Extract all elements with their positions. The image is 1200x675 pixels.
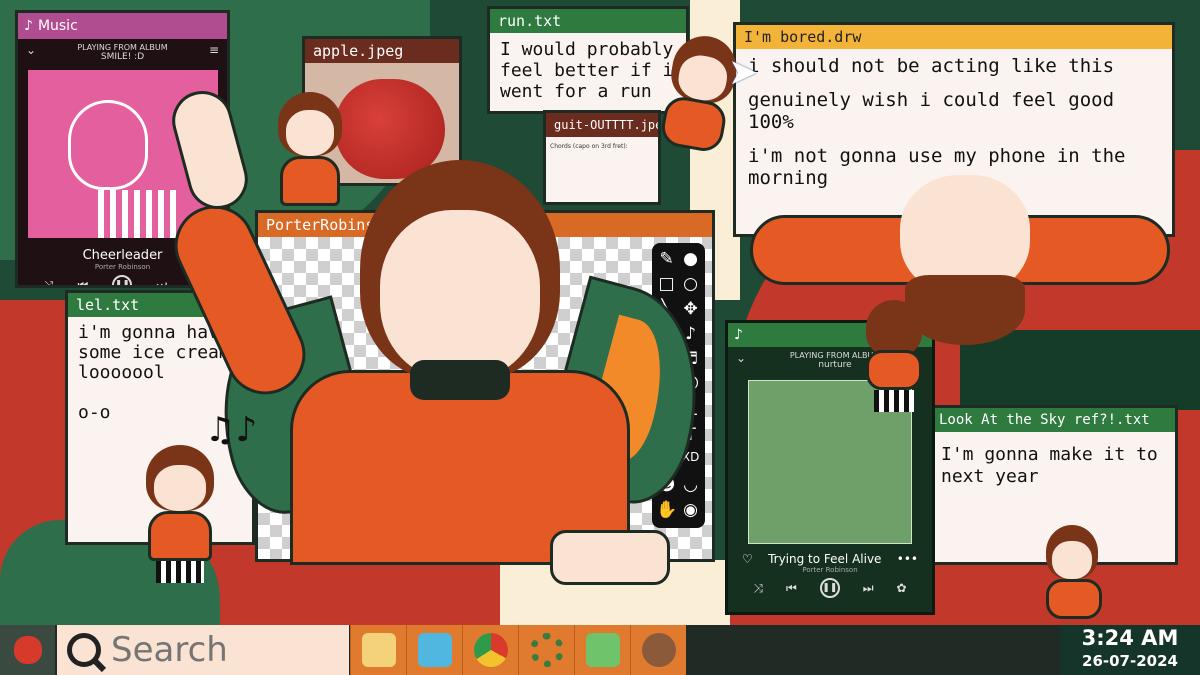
clock-time: 3:24 AM	[1081, 626, 1179, 650]
previous-icon[interactable]: ⏮	[78, 278, 89, 286]
window-title: Music	[37, 18, 78, 34]
taskbar-app-notes[interactable]	[574, 625, 630, 675]
shuffle-icon[interactable]: ⤨	[44, 278, 54, 286]
more-icon[interactable]: •••	[897, 552, 918, 566]
taskbar-app-photos[interactable]	[406, 625, 462, 675]
folder-icon	[361, 633, 396, 667]
note-line: genuinely wish i could feel good 100%	[748, 89, 1115, 133]
taskbar-app-settings[interactable]	[518, 625, 574, 675]
gear-icon	[529, 633, 564, 667]
window-title: apple.jpeg	[305, 39, 459, 63]
pause-button[interactable]: ❚❚	[112, 275, 133, 285]
picture-icon	[417, 633, 452, 667]
cursor-icon: ➤	[728, 52, 759, 93]
apple-icon	[13, 636, 42, 664]
palette-icon	[641, 633, 676, 667]
taskbar-app-paint[interactable]	[630, 625, 686, 675]
taskbar-apps	[350, 625, 686, 675]
chevron-down-icon[interactable]: ⌄	[26, 43, 36, 62]
window-title: run.txt	[490, 9, 686, 33]
search-bar[interactable]	[57, 625, 349, 675]
note-line: i should not be acting like this	[748, 55, 1115, 77]
chrome-icon	[473, 633, 508, 667]
search-input[interactable]	[111, 630, 311, 670]
chibi-character	[140, 445, 220, 585]
chibi-character	[1040, 525, 1110, 625]
start-button[interactable]	[0, 625, 55, 675]
window-title: I'm bored.drw	[736, 25, 1172, 49]
next-icon[interactable]: ⏭	[156, 278, 167, 286]
pause-button[interactable]: ❚❚	[819, 578, 840, 598]
heart-icon[interactable]: ♡	[742, 552, 753, 566]
taskbar-app-files[interactable]	[350, 625, 406, 675]
clock[interactable]: 3:24 AM 26-07-2024	[1060, 625, 1200, 675]
search-icon	[67, 633, 101, 667]
flower-icon[interactable]: ✿	[896, 581, 906, 595]
song-title: Trying to Feel Alive	[768, 552, 882, 566]
taskbar-app-browser[interactable]	[462, 625, 518, 675]
next-icon[interactable]: ⏭	[863, 581, 874, 596]
song-artist: Porter Robinson	[802, 566, 858, 574]
clock-date: 26-07-2024	[1082, 652, 1178, 670]
album-header: PLAYING FROM ALBUM	[77, 43, 168, 52]
music-notes-icon: ♫♪	[205, 410, 258, 450]
notepad-icon	[585, 633, 620, 667]
previous-icon[interactable]: ⏮	[786, 581, 797, 596]
upside-down-character	[740, 165, 1180, 355]
music-note-icon: ♪	[24, 18, 33, 34]
shuffle-icon[interactable]: ⤨	[753, 581, 763, 596]
window-title: Look At the Sky ref?!.txt	[931, 408, 1175, 432]
taskbar: 3:24 AM 26-07-2024	[0, 625, 1200, 675]
album-name: SMILE! :D	[100, 52, 145, 62]
menu-icon[interactable]: ≡	[209, 43, 219, 62]
chibi-character	[270, 92, 350, 222]
window-text: I'm gonna make it to next year	[941, 444, 1158, 487]
